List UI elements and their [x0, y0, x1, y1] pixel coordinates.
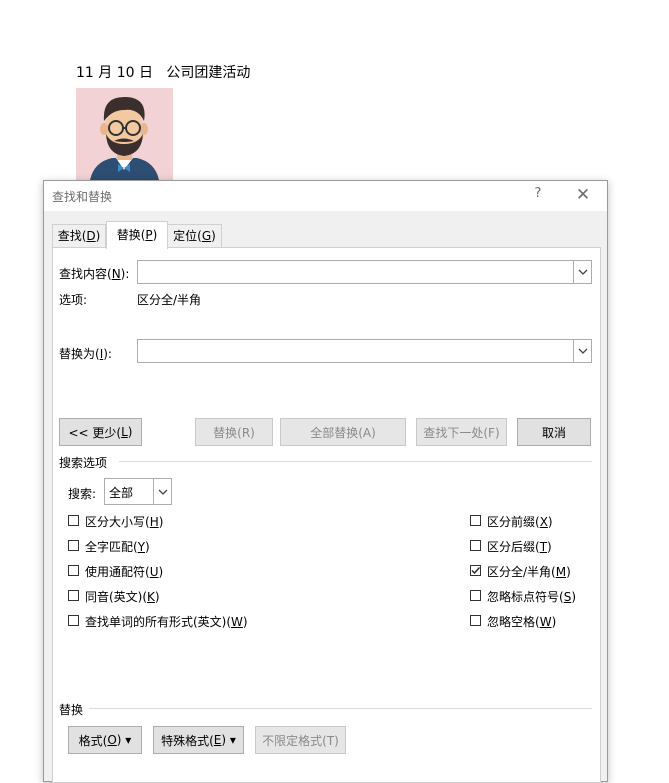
- replace-all-button[interactable]: 全部替换(A): [280, 418, 406, 446]
- less-button[interactable]: << 更少(L): [59, 418, 142, 446]
- match-width-checkbox[interactable]: [470, 565, 481, 576]
- whole-word-checkbox[interactable]: [68, 540, 79, 551]
- chevron-down-icon: [578, 269, 587, 275]
- replace-label: 替换为(I):: [59, 347, 112, 361]
- match-prefix-label: 区分前缀(X): [487, 515, 553, 529]
- bearded-man-illustration: [76, 88, 173, 180]
- all-word-forms-checkbox[interactable]: [68, 615, 79, 626]
- checkmark-icon: [471, 567, 481, 575]
- divider: [119, 461, 592, 462]
- search-direction-select[interactable]: 全部: [104, 478, 172, 505]
- match-case-checkbox[interactable]: [68, 515, 79, 526]
- help-button[interactable]: ?: [530, 186, 546, 204]
- replace-section-title: 替换: [59, 703, 84, 717]
- format-button[interactable]: 格式(O) ▾: [68, 726, 142, 754]
- replace-input[interactable]: [137, 339, 592, 363]
- search-label: 搜索:: [68, 487, 97, 501]
- find-label: 查找内容(N):: [59, 267, 130, 281]
- close-icon: ✕: [575, 185, 591, 205]
- whole-word-label: 全字匹配(Y): [85, 540, 150, 554]
- tab-goto[interactable]: 定位(G): [167, 224, 222, 247]
- tab-replace[interactable]: 替换(P): [106, 221, 168, 249]
- sounds-like-checkbox[interactable]: [68, 590, 79, 601]
- dialog-title: 查找和替换: [52, 190, 113, 204]
- ignore-whitespace-checkbox[interactable]: [470, 615, 481, 626]
- find-replace-dialog: 查找和替换 ? ✕ 查找(D) 替换(P) 定位(G) 查找内容(N): 选项:…: [43, 180, 608, 783]
- special-format-button[interactable]: 特殊格式(E) ▾: [153, 726, 244, 754]
- options-value: 区分全/半角: [137, 293, 202, 307]
- document-heading: 11 月 10 日 公司团建活动: [76, 65, 251, 81]
- no-formatting-button[interactable]: 不限定格式(T): [255, 726, 346, 754]
- match-prefix-checkbox[interactable]: [470, 515, 481, 526]
- ignore-punctuation-checkbox[interactable]: [470, 590, 481, 601]
- match-suffix-checkbox[interactable]: [470, 540, 481, 551]
- search-direction-dropdown[interactable]: [153, 479, 171, 504]
- replace-button[interactable]: 替换(R): [195, 418, 273, 446]
- sounds-like-label: 同音(英文)(K): [85, 590, 160, 604]
- ignore-punctuation-label: 忽略标点符号(S): [487, 590, 576, 604]
- find-dropdown-button[interactable]: [573, 261, 591, 283]
- wildcards-checkbox[interactable]: [68, 565, 79, 576]
- divider: [89, 708, 592, 709]
- close-button[interactable]: ✕: [574, 185, 592, 205]
- find-next-button[interactable]: 查找下一处(F): [416, 418, 507, 446]
- options-label: 选项:: [59, 293, 88, 307]
- match-case-label: 区分大小写(H): [85, 515, 164, 529]
- match-width-label: 区分全/半角(M): [487, 565, 571, 579]
- tab-find[interactable]: 查找(D): [52, 224, 106, 247]
- cancel-button[interactable]: 取消: [517, 418, 591, 446]
- search-options-title: 搜索选项: [59, 456, 108, 470]
- ignore-whitespace-label: 忽略空格(W): [487, 615, 557, 629]
- chevron-down-icon: [158, 489, 167, 495]
- find-input[interactable]: [137, 260, 592, 284]
- avatar-image: [76, 88, 173, 180]
- match-suffix-label: 区分后缀(T): [487, 540, 552, 554]
- all-word-forms-label: 查找单词的所有形式(英文)(W): [85, 615, 248, 629]
- chevron-down-icon: [578, 348, 587, 354]
- replace-dropdown-button[interactable]: [573, 340, 591, 362]
- wildcards-label: 使用通配符(U): [85, 565, 164, 579]
- dialog-titlebar: 查找和替换 ? ✕: [44, 181, 607, 211]
